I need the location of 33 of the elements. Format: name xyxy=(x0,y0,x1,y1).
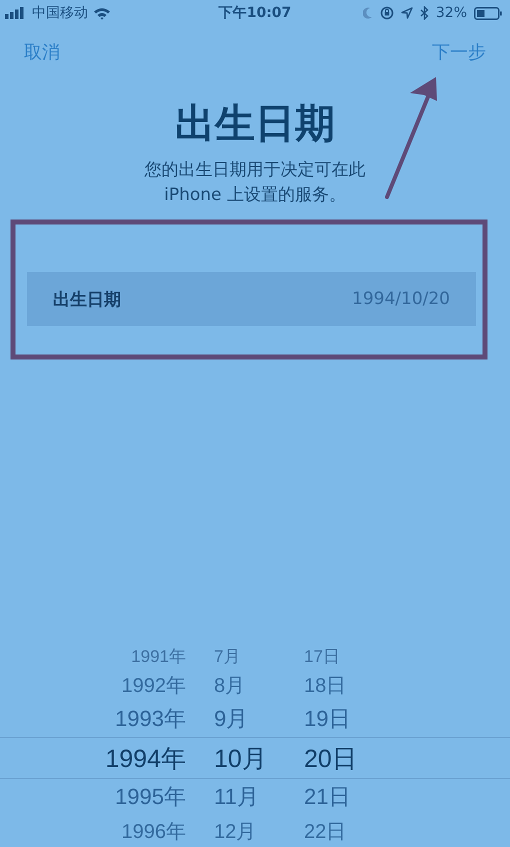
month-option[interactable]: 11月 xyxy=(206,782,292,812)
month-option[interactable]: 8月 xyxy=(206,672,292,698)
month-option[interactable]: 10月 xyxy=(206,742,292,774)
status-time: 下午10:07 xyxy=(218,4,292,22)
page-title: 出生日期 xyxy=(174,102,336,146)
battery-icon xyxy=(474,6,502,20)
date-picker[interactable]: 1991年 7月 17日 1992年 8月 18日 1993年 9月 19日 1994年 10月 20日 1995年 11月 21日 1996年 12月 22日 xyxy=(0,643,510,847)
rotation-lock-icon xyxy=(380,6,394,20)
day-option[interactable]: 18日 xyxy=(292,672,402,698)
year-option[interactable]: 1996年 xyxy=(0,818,206,844)
year-option[interactable]: 1994年 xyxy=(0,742,206,774)
location-icon xyxy=(400,7,413,19)
battery-percent: 32% xyxy=(436,5,467,21)
moon-icon xyxy=(362,7,373,19)
year-option[interactable]: 1992年 xyxy=(0,672,206,698)
year-option[interactable]: 1995年 xyxy=(0,782,206,812)
month-option[interactable]: 9月 xyxy=(206,704,292,734)
day-option[interactable]: 19日 xyxy=(292,704,402,734)
day-option[interactable]: 22日 xyxy=(292,818,402,844)
wifi-icon xyxy=(93,6,111,20)
day-option[interactable]: 17日 xyxy=(292,644,402,668)
birth-date-field[interactable]: 出生日期 1994/10/20 xyxy=(27,272,476,326)
month-option[interactable]: 7月 xyxy=(206,644,292,668)
description-text: 您的出生日期用于决定可在此 iPhone 上设置的服务。 xyxy=(144,159,366,207)
day-option[interactable]: 20日 xyxy=(292,742,402,774)
month-option[interactable]: 12月 xyxy=(206,818,292,844)
carrier-name: 中国移动 xyxy=(32,4,88,22)
year-option[interactable]: 1991年 xyxy=(0,644,206,668)
next-button[interactable]: 下一步 xyxy=(430,36,488,68)
year-option[interactable]: 1993年 xyxy=(0,704,206,734)
day-option[interactable]: 21日 xyxy=(292,782,402,812)
bluetooth-icon xyxy=(420,6,429,20)
cancel-button[interactable]: 取消 xyxy=(22,36,62,68)
